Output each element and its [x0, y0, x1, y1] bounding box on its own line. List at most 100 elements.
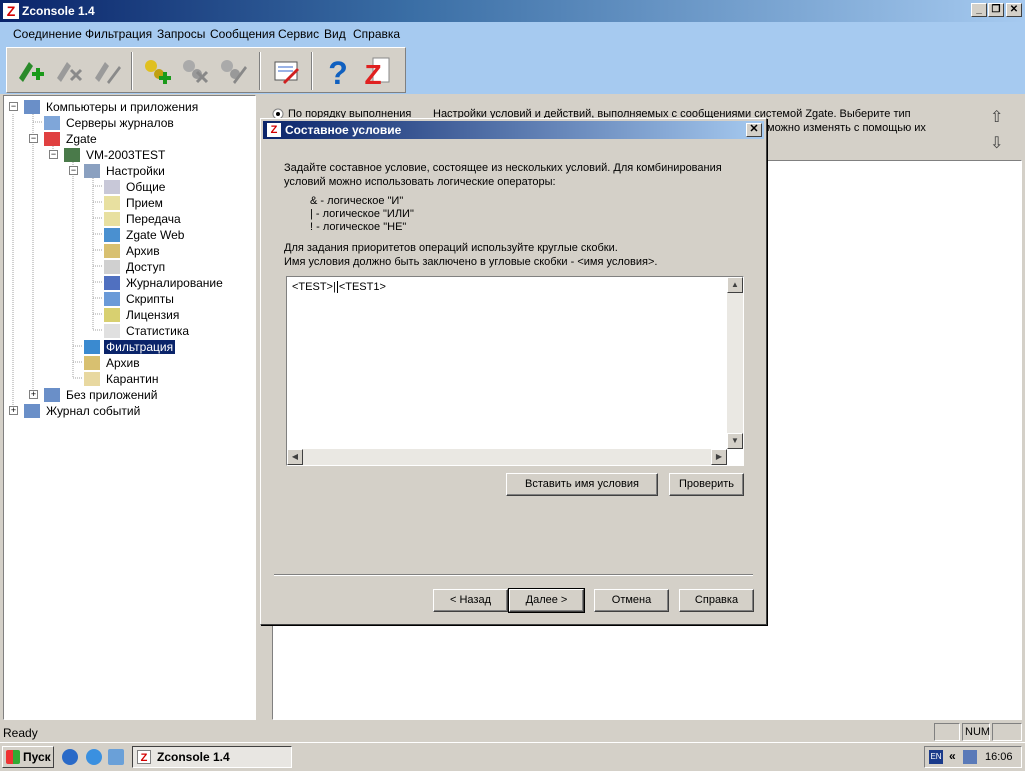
tree-node-settings[interactable]: Настройки	[84, 162, 167, 178]
zgate-logo-icon: Z	[364, 57, 390, 90]
scroll-down-button[interactable]: ▼	[727, 433, 743, 449]
tree-node-access[interactable]: Доступ	[104, 258, 167, 274]
move-down-icon[interactable]: ⇩	[990, 133, 1003, 153]
zgate-logo-icon: Z	[137, 750, 151, 764]
intro-line2: условий можно использовать логические оп…	[284, 176, 556, 188]
toolbar: ? Z	[0, 46, 1025, 94]
minimize-button[interactable]: _	[971, 3, 987, 17]
tree-node-log-servers[interactable]: Серверы журналов	[44, 114, 176, 130]
priority-line2: Имя условия должно быть заключено в угло…	[284, 256, 658, 268]
zgate-logo-icon: Z	[267, 123, 281, 137]
help-button[interactable]: ?	[321, 54, 355, 91]
menu-service[interactable]: Сервис	[278, 27, 319, 41]
windows-flag-icon	[6, 750, 20, 764]
server-icon	[64, 147, 80, 162]
tree-node-receive[interactable]: Прием	[104, 194, 165, 210]
show-desktop-icon[interactable]	[108, 749, 124, 765]
menu-messages[interactable]: Сообщения	[210, 27, 275, 41]
toolbar-separator	[311, 52, 313, 90]
priority-line1: Для задания приоритетов операций использ…	[284, 242, 618, 254]
tree-node-scripts[interactable]: Скрипты	[104, 290, 176, 306]
status-bar: Ready NUM	[0, 722, 1025, 742]
cancel-button[interactable]: Отмена	[594, 589, 669, 612]
edit-rule-button[interactable]	[215, 54, 249, 88]
status-text: Ready	[3, 726, 38, 740]
help-icon: ?	[328, 55, 348, 91]
about-zgate-button[interactable]: Z	[359, 54, 393, 90]
tree-node-zgate[interactable]: Zgate	[44, 130, 99, 146]
tree-node-logging[interactable]: Журналирование	[104, 274, 225, 290]
tree-expander[interactable]: +	[9, 406, 18, 415]
menu-filtering[interactable]: Фильтрация	[85, 27, 152, 41]
horizontal-scrollbar[interactable]: ◀ ▶	[287, 449, 727, 465]
back-button[interactable]: < Назад	[433, 589, 508, 612]
tree-node-send[interactable]: Передача	[104, 210, 183, 226]
tree-node-vm-2003test[interactable]: VM-2003TEST	[64, 146, 167, 162]
media-player-icon[interactable]	[62, 749, 78, 765]
toolbar-separator	[259, 52, 261, 90]
move-up-icon[interactable]: ⇧	[990, 107, 1003, 127]
check-button[interactable]: Проверить	[669, 473, 744, 496]
menu-requests[interactable]: Запросы	[157, 27, 205, 41]
tree-node-license[interactable]: Лицензия	[104, 306, 181, 322]
scroll-left-button[interactable]: ◀	[287, 449, 303, 465]
tree-node-archive[interactable]: Архив	[84, 354, 142, 370]
scroll-up-button[interactable]: ▲	[727, 277, 743, 293]
condition-text: <TEST>| <TEST1>	[292, 281, 386, 294]
taskbar-item-zconsole[interactable]: Z Zconsole 1.4	[132, 746, 292, 768]
operator-not: ! - логическое "НЕ"	[310, 221, 407, 233]
tree-expander[interactable]: −	[69, 166, 78, 175]
tree-node-event-log[interactable]: Журнал событий	[24, 402, 142, 418]
tree-expander[interactable]: −	[49, 150, 58, 159]
internet-explorer-icon[interactable]	[86, 749, 102, 765]
remove-connection-button[interactable]	[51, 54, 85, 88]
tree-expander[interactable]: −	[29, 134, 38, 143]
clock: 16:06	[985, 751, 1013, 763]
condition-editor[interactable]: <TEST>| <TEST1> ▲ ▼ ◀ ▶	[286, 276, 744, 466]
tree-node-no-apps[interactable]: Без приложений	[44, 386, 159, 402]
dialog-title: Составное условие	[285, 123, 402, 137]
status-panel-scroll	[992, 723, 1022, 741]
tree-node-statistics[interactable]: Статистика	[104, 322, 191, 338]
edit-connection-button[interactable]	[89, 54, 123, 88]
globe-icon	[104, 227, 120, 242]
svg-text:Z: Z	[364, 59, 381, 88]
tree-node-computers[interactable]: Компьютеры и приложения	[24, 98, 200, 114]
add-rule-button[interactable]	[139, 54, 173, 88]
tree-view[interactable]: − Компьютеры и приложения Серверы журнал…	[3, 95, 256, 720]
operator-and: & - логическое "И"	[310, 195, 404, 207]
menu-help[interactable]: Справка	[353, 27, 400, 41]
language-indicator[interactable]: EN	[929, 750, 943, 764]
log-servers-icon	[44, 115, 60, 130]
network-icon[interactable]	[963, 750, 977, 764]
compound-condition-dialog: Z Составное условие ✕ Задайте составное …	[260, 118, 767, 625]
tree-node-general[interactable]: Общие	[104, 178, 167, 194]
tree-expander[interactable]: −	[9, 102, 18, 111]
maximize-button[interactable]: ❐	[988, 3, 1004, 17]
intro-line1: Задайте составное условие, состоящее из …	[284, 162, 722, 174]
edit-log-button[interactable]	[269, 54, 303, 88]
next-button[interactable]: Далее >	[508, 588, 585, 613]
dialog-close-button[interactable]: ✕	[746, 123, 762, 137]
add-connection-button[interactable]	[13, 54, 47, 88]
tree-node-quarantine[interactable]: Карантин	[84, 370, 160, 386]
settings-icon	[84, 163, 100, 178]
close-button[interactable]: ✕	[1006, 3, 1022, 17]
insert-condition-name-button[interactable]: Вставить имя условия	[506, 473, 658, 496]
tray-expand-chevron[interactable]: «	[949, 749, 956, 763]
scroll-right-button[interactable]: ▶	[711, 449, 727, 465]
scripts-icon	[104, 291, 120, 306]
tree-expander[interactable]: +	[29, 390, 38, 399]
tree-node-zgate-web[interactable]: Zgate Web	[104, 226, 186, 242]
tree-node-filtering[interactable]: Фильтрация	[84, 338, 176, 354]
remove-rule-button[interactable]	[177, 54, 211, 88]
dialog-help-button[interactable]: Справка	[679, 589, 754, 612]
menu-view[interactable]: Вид	[324, 27, 346, 41]
tree-node-archive-settings[interactable]: Архив	[104, 242, 162, 258]
vertical-scrollbar[interactable]: ▲ ▼	[727, 277, 743, 449]
start-button[interactable]: Пуск	[2, 746, 54, 768]
menu-connection[interactable]: Соединение	[13, 27, 82, 41]
window-title: Zconsole 1.4	[22, 4, 95, 18]
app-logo-icon: Z	[3, 3, 19, 19]
status-panel-num: NUM	[962, 723, 990, 741]
